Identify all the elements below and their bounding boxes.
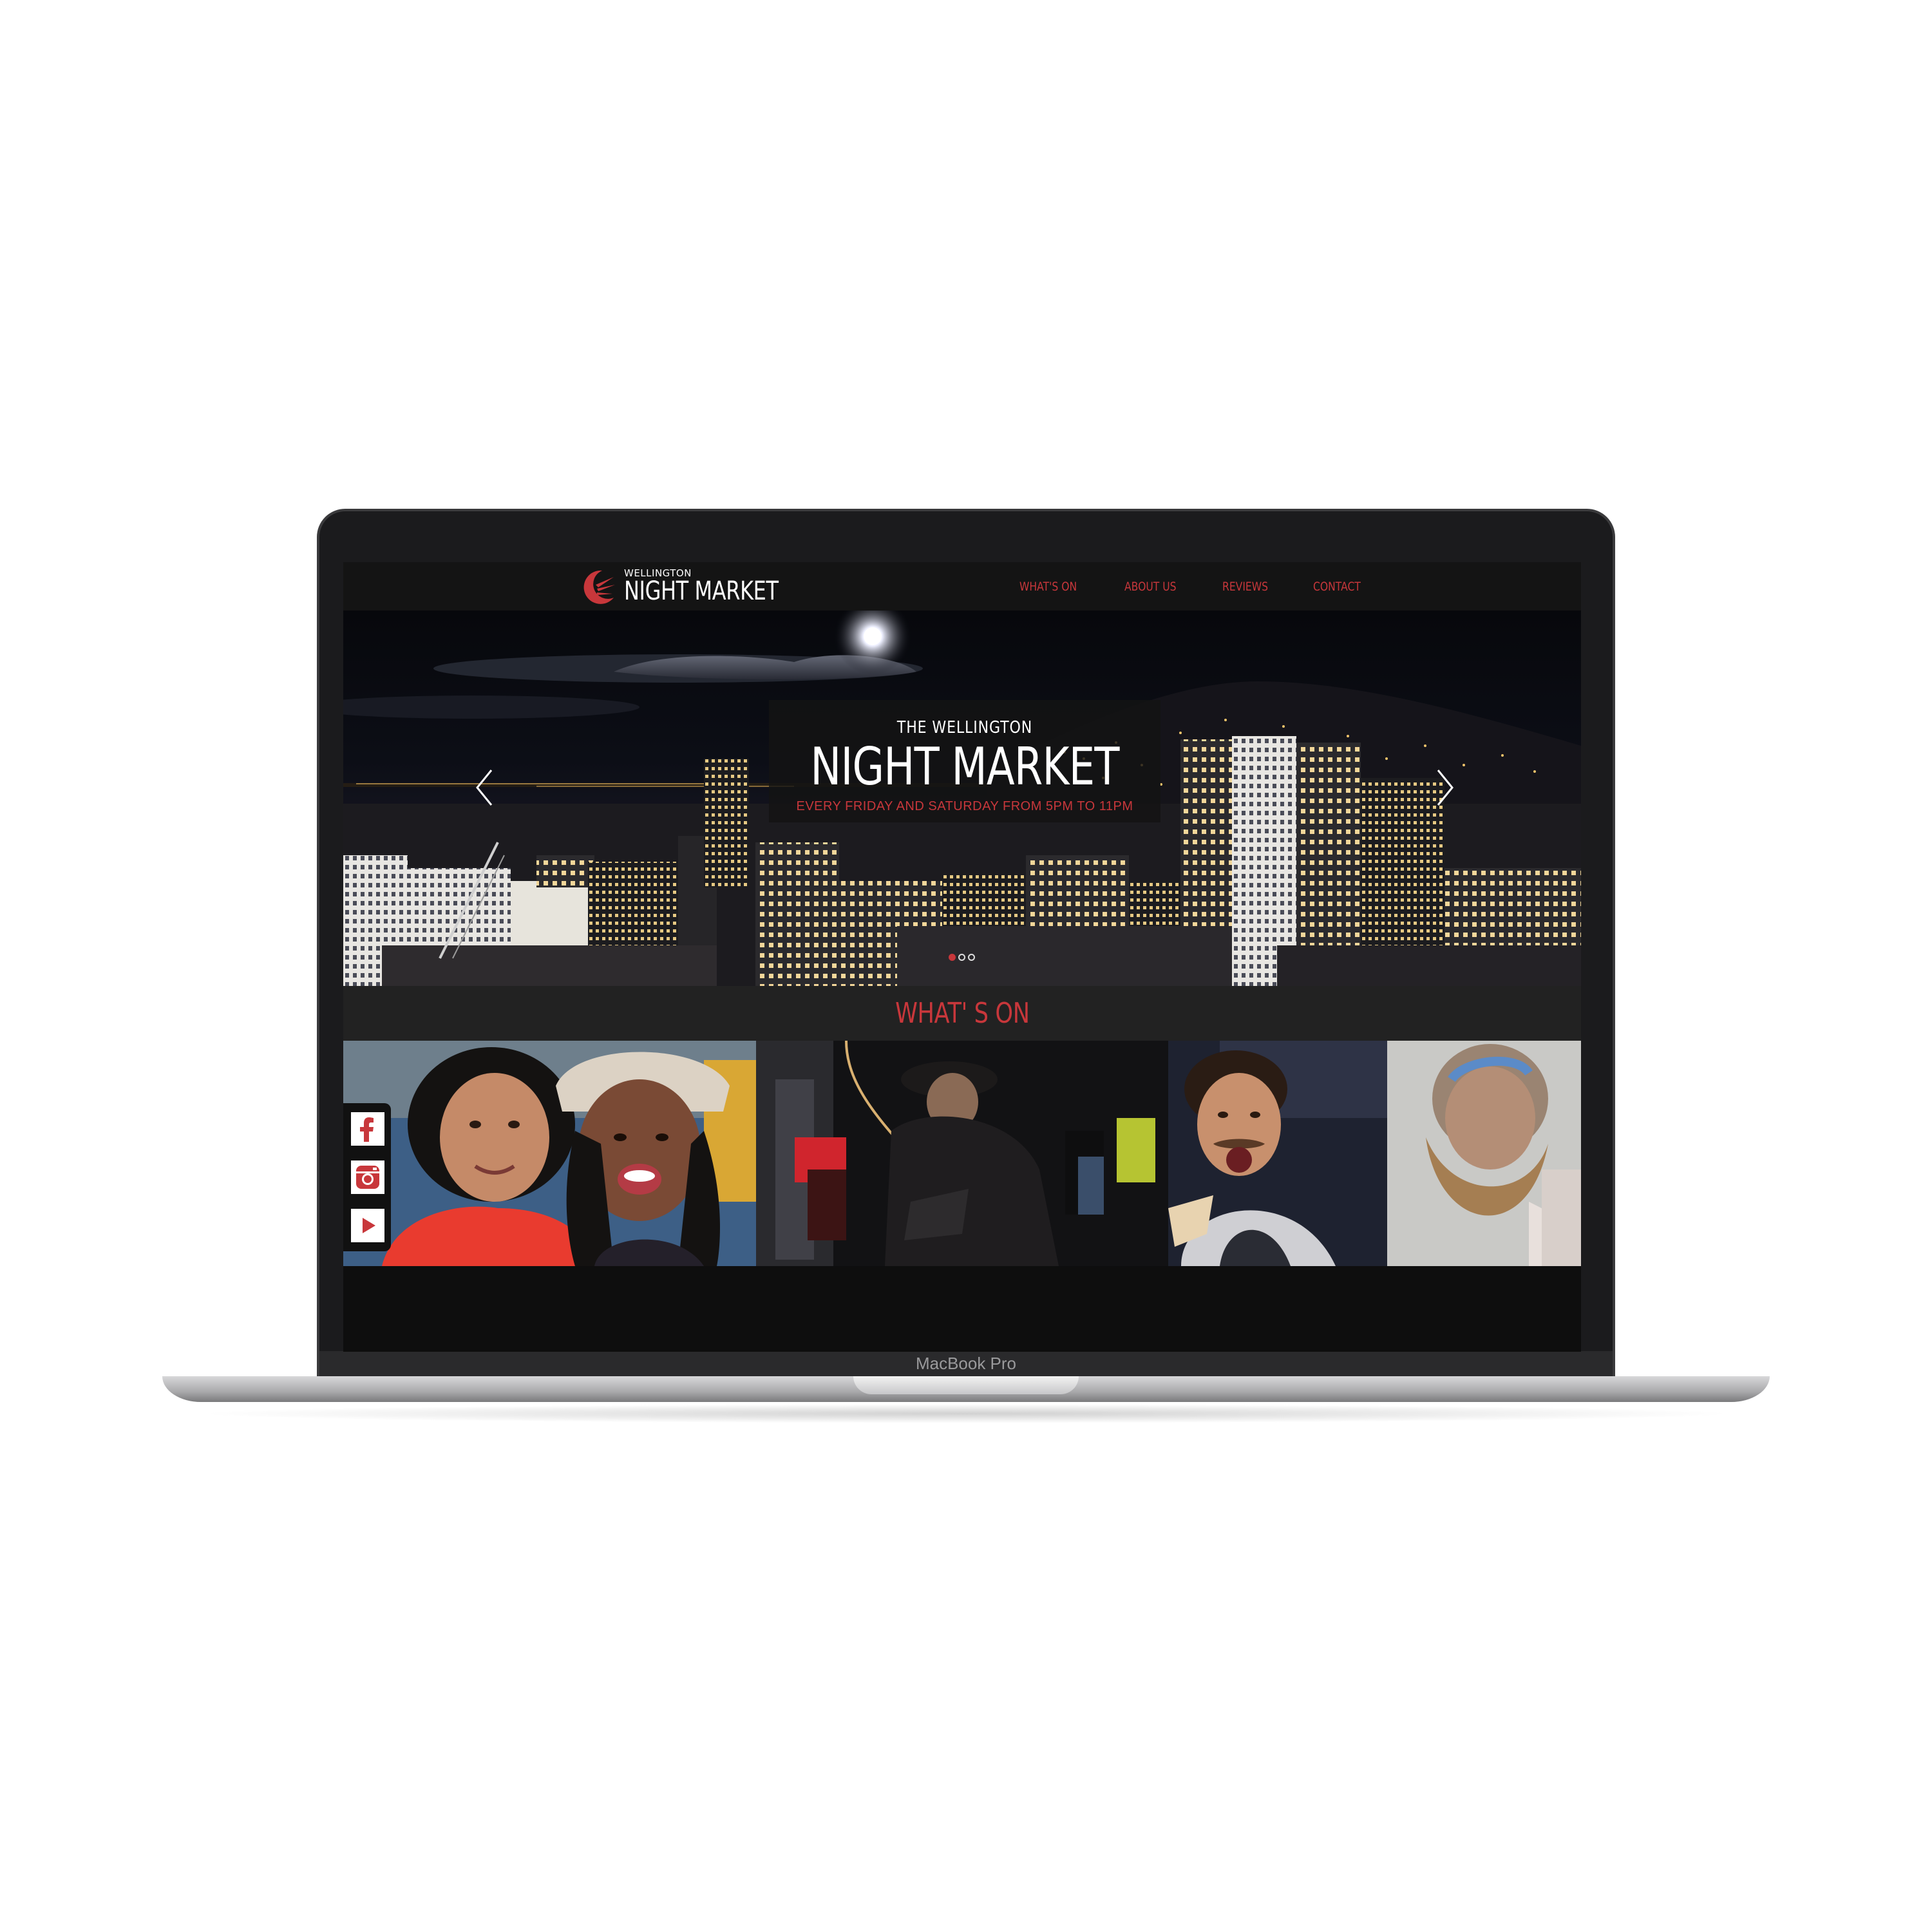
- social-sidebar: [343, 1103, 391, 1251]
- whats-on-section-header: WHAT' S ON: [343, 986, 1581, 1041]
- nav-about-us[interactable]: ABOUT US: [1124, 580, 1177, 594]
- gallery-tile-1[interactable]: [343, 1041, 756, 1266]
- slider-dot-3[interactable]: [968, 954, 975, 961]
- slider-dots: [949, 954, 975, 961]
- youtube-button[interactable]: [351, 1209, 384, 1242]
- photo-stall-vendor: [755, 1041, 1169, 1266]
- photo-two-men: [1168, 1041, 1581, 1266]
- instagram-button[interactable]: [351, 1160, 384, 1194]
- screen: WELLINGTON NIGHT MARKET WHAT'S ON ABOUT …: [343, 562, 1581, 1352]
- whats-on-title: WHAT' S ON: [895, 997, 1030, 1030]
- gallery-tile-3[interactable]: [1168, 1041, 1581, 1266]
- nav-whats-on[interactable]: WHAT'S ON: [1019, 580, 1077, 594]
- main-nav: WHAT'S ON ABOUT US REVIEWS CONTACT: [1019, 562, 1371, 611]
- nav-contact[interactable]: CONTACT: [1313, 580, 1361, 594]
- whats-on-gallery: [343, 1041, 1581, 1266]
- page-footer-area: [343, 1266, 1581, 1352]
- hero-pre-title: THE WELLINGTON: [896, 718, 1033, 737]
- gallery-tile-2[interactable]: [755, 1041, 1169, 1266]
- facebook-icon: [360, 1117, 374, 1142]
- instagram-icon: [356, 1166, 379, 1189]
- logo-big-text: NIGHT MARKET: [624, 576, 779, 606]
- slider-dot-2[interactable]: [958, 954, 965, 961]
- facebook-button[interactable]: [351, 1112, 384, 1146]
- logo-mark-icon: [583, 570, 615, 604]
- device-label: MacBook Pro: [915, 1354, 1017, 1373]
- hero-slider: THE WELLINGTON NIGHT MARKET EVERY FRIDAY…: [343, 611, 1581, 986]
- slider-prev-icon[interactable]: [472, 765, 498, 810]
- laptop-shadow: [193, 1404, 1739, 1423]
- hero-caption-box: THE WELLINGTON NIGHT MARKET EVERY FRIDAY…: [769, 700, 1160, 822]
- laptop-chin: MacBook Pro: [319, 1351, 1613, 1377]
- hero-title: NIGHT MARKET: [810, 737, 1119, 797]
- slider-dot-1[interactable]: [949, 954, 956, 961]
- laptop-notch: [853, 1376, 1079, 1394]
- slider-next-icon[interactable]: [1432, 765, 1457, 810]
- photo-two-women: [343, 1041, 756, 1266]
- youtube-icon: [363, 1218, 375, 1233]
- logo-text: WELLINGTON NIGHT MARKET: [624, 569, 817, 606]
- nav-reviews[interactable]: REVIEWS: [1222, 580, 1268, 594]
- site-logo[interactable]: WELLINGTON NIGHT MARKET: [576, 562, 817, 611]
- site-header: WELLINGTON NIGHT MARKET WHAT'S ON ABOUT …: [343, 562, 1581, 611]
- hero-subtitle: EVERY FRIDAY AND SATURDAY FROM 5PM TO 11…: [796, 799, 1133, 813]
